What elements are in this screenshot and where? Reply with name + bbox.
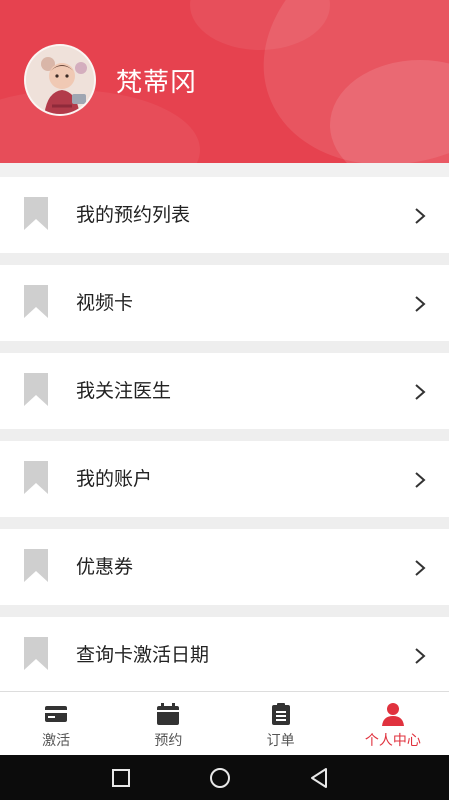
chevron-right-icon (415, 648, 426, 664)
divider (0, 517, 449, 529)
menu-item-label: 优惠券 (76, 556, 134, 578)
menu-item-label: 我的预约列表 (76, 204, 191, 226)
tab-appointment[interactable]: 预约 (112, 692, 224, 756)
chevron-right-icon (415, 208, 426, 224)
menu-item-appointments[interactable]: 我的预约列表 (0, 177, 449, 253)
calendar-icon (157, 703, 180, 725)
bookmark-icon (24, 373, 48, 406)
home-icon[interactable] (207, 765, 233, 791)
bookmark-icon (24, 461, 48, 494)
bookmark-icon (24, 637, 48, 670)
user-name: 梵蒂冈 (116, 68, 198, 98)
menu-item-label: 我关注医生 (76, 380, 172, 402)
tab-profile[interactable]: 个人中心 (337, 692, 449, 756)
screen: 梵蒂冈 我的预约列表 视频卡 我关注医生 我的账户 优惠券 查询卡激活日期 激活… (0, 0, 449, 800)
tab-label: 订单 (266, 733, 295, 749)
divider (0, 253, 449, 265)
menu-item-label: 我的账户 (76, 468, 153, 490)
tab-label: 个人中心 (364, 733, 421, 749)
chevron-right-icon (415, 472, 426, 488)
recent-apps-icon[interactable] (108, 765, 134, 791)
avatar[interactable] (24, 44, 96, 116)
menu-item-my-account[interactable]: 我的账户 (0, 441, 449, 517)
system-navigation-bar (0, 755, 449, 800)
tab-label: 预约 (154, 733, 183, 749)
back-icon[interactable] (306, 765, 332, 791)
tab-orders[interactable]: 订单 (225, 692, 337, 756)
menu-item-followed-doctors[interactable]: 我关注医生 (0, 353, 449, 429)
tab-label: 激活 (42, 733, 71, 749)
chevron-right-icon (415, 296, 426, 312)
bookmark-icon (24, 549, 48, 582)
menu-item-card-activation-date[interactable]: 查询卡激活日期 (0, 617, 449, 693)
divider (0, 163, 449, 177)
menu-item-label: 查询卡激活日期 (76, 644, 210, 666)
person-icon (381, 703, 404, 726)
clipboard-icon (271, 703, 290, 725)
bookmark-icon (24, 285, 48, 318)
divider (0, 341, 449, 353)
card-icon (45, 706, 68, 722)
menu-item-video-card[interactable]: 视频卡 (0, 265, 449, 341)
divider (0, 429, 449, 441)
tab-activate[interactable]: 激活 (0, 692, 112, 756)
menu-item-label: 视频卡 (76, 292, 134, 314)
divider (0, 605, 449, 617)
profile-header: 梵蒂冈 (0, 0, 449, 163)
menu-list: 我的预约列表 视频卡 我关注医生 我的账户 优惠券 查询卡激活日期 (0, 163, 449, 693)
menu-item-coupons[interactable]: 优惠券 (0, 529, 449, 605)
bottom-tab-bar: 激活 预约 订单 个人中心 (0, 691, 449, 756)
bookmark-icon (24, 197, 48, 230)
chevron-right-icon (415, 384, 426, 400)
chevron-right-icon (415, 560, 426, 576)
